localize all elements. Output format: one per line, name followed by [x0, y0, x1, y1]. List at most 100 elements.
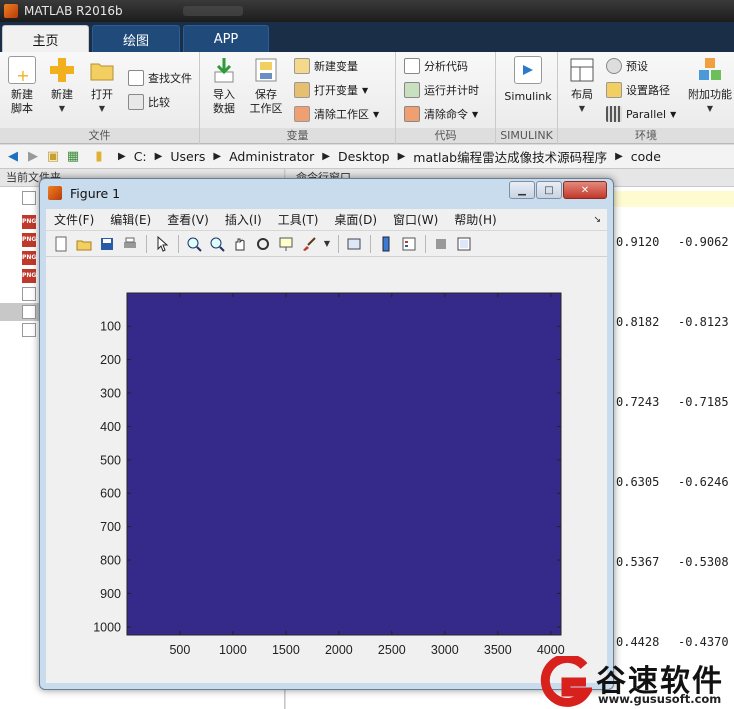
menu-edit[interactable]: 编辑(E) — [110, 211, 151, 228]
menu-view[interactable]: 查看(V) — [167, 211, 209, 228]
import-data-button[interactable]: 导入 数据 — [202, 56, 246, 116]
zoom-out-icon[interactable] — [208, 235, 226, 253]
y-tick-label: 800 — [100, 554, 121, 568]
find-files-icon — [128, 70, 144, 86]
clear-workspace-button[interactable]: 清除工作区 ▼ — [294, 104, 379, 124]
breadcrumb-item[interactable]: Desktop — [338, 149, 390, 164]
layout-icon — [568, 56, 596, 84]
m-file-icon[interactable] — [22, 323, 36, 337]
new-button[interactable]: 新建 ▼ — [40, 56, 84, 116]
find-files-button[interactable]: 查找文件 — [128, 68, 192, 88]
tab-plots[interactable]: 绘图 — [92, 25, 180, 52]
save-icon[interactable] — [98, 235, 116, 253]
layout-dropdown-icon[interactable]: ▼ — [560, 102, 604, 116]
png-file-icon[interactable]: PNG — [22, 233, 36, 247]
clear-commands-label: 清除命令 — [424, 108, 468, 121]
new-variable-button[interactable]: 新建变量 — [294, 56, 358, 76]
save-workspace-button[interactable]: 保存 工作区 — [244, 56, 288, 116]
link-plot-icon[interactable] — [345, 235, 363, 253]
rotate-3d-icon[interactable] — [254, 235, 272, 253]
close-icon[interactable]: ✕ — [563, 181, 607, 199]
menu-file[interactable]: 文件(F) — [54, 211, 94, 228]
figure-window[interactable]: Figure 1 ▁ □ ✕ 文件(F) 编辑(E) 查看(V) 插入(I) 工… — [39, 178, 614, 690]
up-folder-icon[interactable]: ▣ — [44, 148, 62, 166]
addons-cubes-icon — [696, 56, 724, 84]
menu-insert[interactable]: 插入(I) — [225, 211, 262, 228]
simulink-button[interactable]: Simulink — [504, 56, 552, 104]
forward-arrow-icon[interactable]: ▶ — [24, 148, 42, 166]
image-axes[interactable]: 500 1000 1500 2000 2500 3000 3500 4000100200300… — [93, 292, 565, 657]
compare-button[interactable]: 比较 — [128, 92, 170, 112]
file-icon[interactable] — [22, 191, 36, 205]
tab-home[interactable]: 主页 — [2, 25, 89, 52]
layout-button[interactable]: 布局 ▼ — [560, 56, 604, 116]
set-path-button[interactable]: 设置路径 — [606, 80, 670, 100]
clear-commands-button[interactable]: 清除命令 ▼ — [404, 104, 478, 124]
png-file-icon[interactable]: PNG — [22, 215, 36, 229]
clear-workspace-dropdown-icon[interactable]: ▼ — [373, 110, 379, 119]
pointer-arrow-icon[interactable] — [153, 235, 171, 253]
back-arrow-icon[interactable]: ◀ — [4, 148, 22, 166]
png-file-icon[interactable]: PNG — [22, 251, 36, 265]
run-and-time-icon — [404, 82, 420, 98]
breadcrumb-item[interactable]: C: — [134, 149, 147, 164]
parallel-button[interactable]: Parallel ▼ — [606, 104, 676, 124]
browse-folder-icon[interactable]: ▦ — [64, 148, 82, 166]
breadcrumb-item[interactable]: Administrator — [229, 149, 314, 164]
png-file-icon[interactable]: PNG — [22, 269, 36, 283]
new-variable-icon — [294, 58, 310, 74]
new-figure-icon[interactable] — [52, 235, 70, 253]
figure-titlebar[interactable]: Figure 1 ▁ □ ✕ — [40, 179, 613, 207]
matlab-logo-icon — [4, 4, 18, 18]
brush-icon[interactable] — [300, 235, 318, 253]
open-variable-dropdown-icon[interactable]: ▼ — [362, 86, 368, 95]
image-fill[interactable] — [127, 293, 561, 635]
show-plot-tools-icon[interactable] — [455, 235, 473, 253]
breadcrumb-item[interactable]: matlab编程雷达成像技术源码程序 — [413, 147, 607, 166]
zoom-in-icon[interactable] — [185, 235, 203, 253]
y-tick-label: 300 — [100, 387, 121, 401]
addons-button[interactable]: 附加功能 ▼ — [684, 56, 734, 116]
breadcrumb-item[interactable]: code — [631, 149, 661, 164]
new-script-label: 新建 脚本 — [11, 88, 33, 115]
plot-area[interactable]: 500 1000 1500 2000 2500 3000 3500 4000 100 200 300… — [93, 292, 565, 657]
root-folder-icon[interactable]: ▮ — [90, 148, 108, 166]
print-icon[interactable] — [121, 235, 139, 253]
address-bar: ◀ ▶ ▣ ▦ ▮ ▶ C: ▶ Users ▶ Administrator ▶ Des… — [0, 145, 734, 169]
preferences-button[interactable]: 预设 — [606, 56, 648, 76]
menu-window[interactable]: 窗口(W) — [393, 211, 438, 228]
open-file-icon[interactable] — [75, 235, 93, 253]
menubar-dock-arrow-icon[interactable]: ↘ — [593, 215, 601, 225]
colorbar-icon[interactable] — [377, 235, 395, 253]
new-dropdown-icon[interactable]: ▼ — [40, 102, 84, 116]
brush-dropdown-icon[interactable]: ▼ — [323, 235, 331, 253]
open-label: 打开 — [91, 88, 113, 101]
menu-help[interactable]: 帮助(H) — [454, 211, 496, 228]
clear-commands-dropdown-icon[interactable]: ▼ — [472, 110, 478, 119]
open-button[interactable]: 打开 ▼ — [80, 56, 124, 116]
breadcrumb-item[interactable]: Users — [170, 149, 205, 164]
hide-plot-tools-icon[interactable] — [432, 235, 450, 253]
analyze-code-icon — [404, 58, 420, 74]
menu-tools[interactable]: 工具(T) — [278, 211, 319, 228]
set-path-label: 设置路径 — [626, 84, 670, 97]
open-dropdown-icon[interactable]: ▼ — [80, 102, 124, 116]
legend-icon[interactable] — [400, 235, 418, 253]
figure-canvas[interactable]: 500 1000 1500 2000 2500 3000 3500 4000 100 200 300… — [46, 257, 607, 683]
addons-dropdown-icon[interactable]: ▼ — [684, 102, 734, 116]
parallel-dropdown-icon[interactable]: ▼ — [670, 110, 676, 119]
open-variable-button[interactable]: 打开变量 ▼ — [294, 80, 368, 100]
menu-desktop[interactable]: 桌面(D) — [334, 211, 377, 228]
new-script-button[interactable]: + 新建 脚本 — [0, 56, 44, 116]
maximize-icon[interactable]: □ — [536, 181, 562, 199]
pan-hand-icon[interactable] — [231, 235, 249, 253]
find-files-label: 查找文件 — [148, 72, 192, 85]
tab-apps[interactable]: APP — [183, 25, 269, 52]
minimize-icon[interactable]: ▁ — [509, 181, 535, 199]
data-cursor-icon[interactable] — [277, 235, 295, 253]
m-file-icon[interactable] — [22, 287, 36, 301]
m-file-icon[interactable] — [22, 305, 36, 319]
analyze-code-button[interactable]: 分析代码 — [404, 56, 468, 76]
y-tick-label: 400 — [100, 420, 121, 434]
run-and-time-button[interactable]: 运行并计时 — [404, 80, 479, 100]
